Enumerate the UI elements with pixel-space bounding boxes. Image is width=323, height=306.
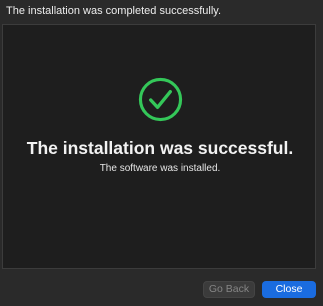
close-button[interactable]: Close: [262, 281, 316, 298]
installer-summary-panel: The installation was successful. The sof…: [2, 24, 316, 269]
success-headline: The installation was successful.: [26, 138, 294, 158]
installer-status-header: The installation was completed successfu…: [6, 5, 222, 17]
checkmark-circle-icon: [138, 77, 183, 122]
go-back-button[interactable]: Go Back: [203, 281, 255, 298]
success-subtext: The software was installed.: [99, 163, 221, 174]
